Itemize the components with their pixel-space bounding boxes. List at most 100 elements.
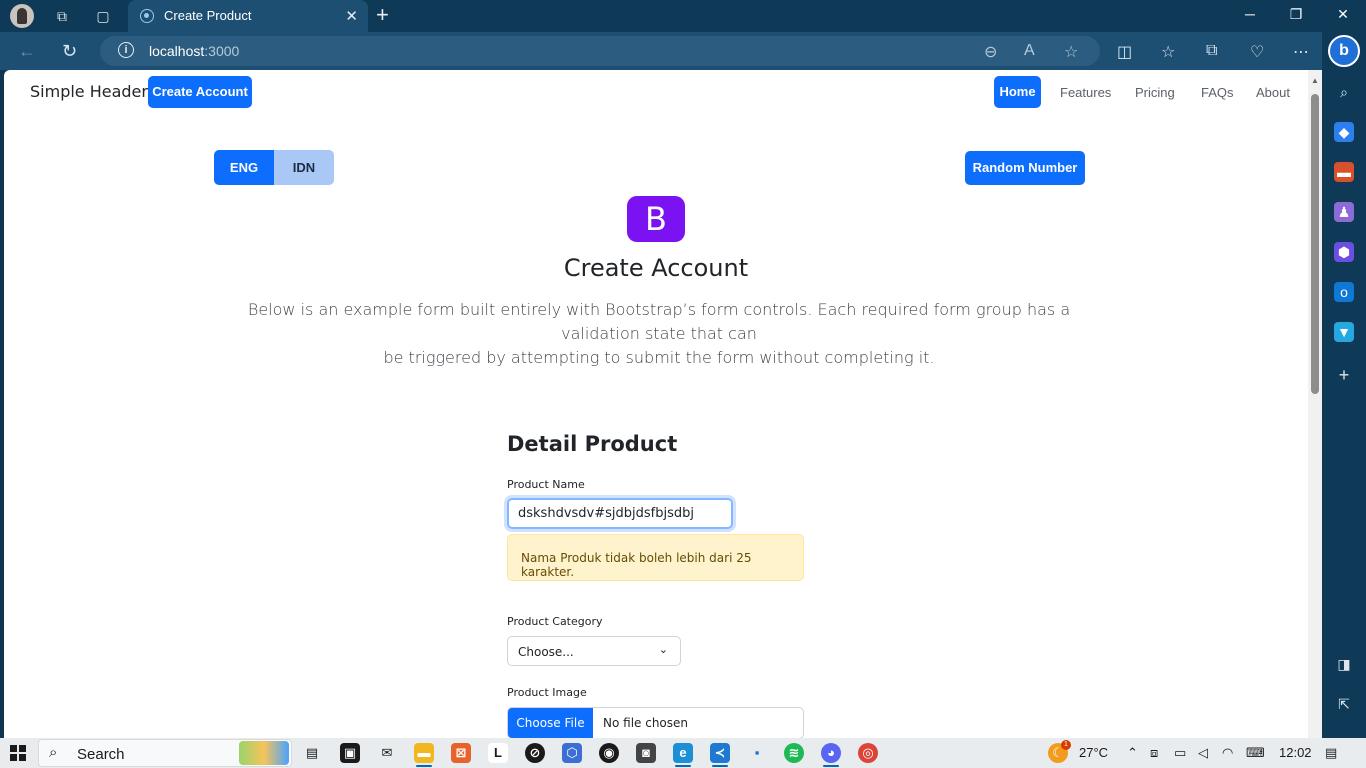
drop-icon[interactable]: ▼	[1334, 322, 1354, 342]
mail-icon[interactable]: ✉	[377, 743, 397, 763]
product-name-label: Product Name	[507, 478, 585, 491]
validation-alert: Nama Produk tidak boleh lebih dari 25 ka…	[507, 534, 804, 581]
brand-title[interactable]: Simple Header	[30, 82, 148, 101]
tab-actions-icon[interactable]: ▢	[94, 7, 112, 25]
nav-features[interactable]: Features	[1060, 85, 1111, 100]
tab-create-product[interactable]: Create Product ✕	[128, 0, 368, 32]
bing-copilot-icon[interactable]: b	[1328, 35, 1360, 67]
nav-faqs[interactable]: FAQs	[1201, 85, 1234, 100]
shopping-tag-icon[interactable]: ◆	[1334, 122, 1354, 142]
wifi-icon[interactable]: ◠	[1222, 745, 1233, 761]
product-image-label: Product Image	[507, 686, 587, 699]
nav-about[interactable]: About	[1256, 85, 1290, 100]
sidebar-settings-icon[interactable]: ⇱	[1334, 694, 1354, 714]
bootstrap-logo-icon: B	[627, 196, 685, 242]
restore-icon[interactable]: ❐	[1286, 6, 1306, 23]
close-window-icon[interactable]: ✕	[1333, 6, 1353, 23]
page-scrollbar[interactable]: ▲	[1308, 70, 1322, 738]
zoom-out-icon[interactable]: ⊖	[984, 42, 997, 62]
lively-icon[interactable]: L	[488, 743, 508, 763]
discord-active-indicator	[823, 765, 839, 767]
add-sidebar-app-icon[interactable]: +	[1334, 365, 1354, 385]
url-text: localhost:3000	[149, 43, 240, 59]
taskbar-search[interactable]: ⌕ Search	[38, 739, 292, 767]
discord-icon[interactable]: ◕	[821, 743, 841, 763]
weather-badge: 1	[1061, 740, 1071, 750]
tray-chevron-icon[interactable]: ⌃	[1127, 745, 1138, 761]
office-icon[interactable]: ⬢	[1334, 242, 1354, 262]
chevron-down-icon: ⌄	[658, 643, 668, 656]
new-tab-icon[interactable]: +	[376, 4, 389, 26]
more-menu-icon[interactable]: ⋯	[1293, 42, 1309, 62]
read-aloud-icon[interactable]: A	[1024, 42, 1035, 60]
profile-avatar[interactable]	[10, 4, 34, 28]
create-account-button[interactable]: Create Account	[148, 76, 252, 108]
lead-text: Below is an example form built entirely …	[209, 298, 1109, 370]
tray-device-icon[interactable]: ⧈	[1150, 745, 1158, 761]
camera-icon[interactable]: ◙	[636, 743, 656, 763]
scroll-up-icon[interactable]: ▲	[1311, 76, 1319, 85]
product-image-file-input[interactable]: Choose File No file chosen	[507, 707, 804, 738]
address-bar[interactable]: i localhost:3000 ⊖ A ☆	[100, 36, 1100, 66]
notifications-icon[interactable]: ▤	[1325, 745, 1337, 761]
spotify-icon[interactable]: ≋	[784, 743, 804, 763]
games-icon[interactable]: ♟	[1334, 202, 1354, 222]
split-screen-icon[interactable]: ◫	[1117, 42, 1132, 62]
collections-icon[interactable]: ⧉	[1206, 42, 1217, 60]
choose-file-button[interactable]: Choose File	[508, 708, 593, 738]
favorites-icon[interactable]: ☆	[1161, 42, 1175, 62]
performance-icon[interactable]: ♡	[1250, 42, 1264, 62]
web-page: Simple Header Create Account Home Featur…	[4, 70, 1322, 738]
task-view-icon[interactable]: ▤	[302, 743, 322, 763]
nav-home[interactable]: Home	[994, 76, 1041, 108]
keyboard-icon[interactable]: ⌨	[1246, 745, 1265, 761]
windows-start-icon[interactable]	[10, 745, 26, 761]
sidebar-search-icon[interactable]: ⌕	[1334, 82, 1354, 102]
tools-icon[interactable]: ▬	[1334, 162, 1354, 182]
edge-active-indicator	[675, 765, 691, 767]
clock-time[interactable]: 12:02	[1279, 745, 1312, 760]
windows-taskbar: ⌕ Search ▤ ▣ ✉ ▬ ⊠ L ⊘ ⬡ ◉ ◙ e ≺ ▪ ≋ ◕ ◎…	[0, 738, 1366, 768]
edge-icon[interactable]: e	[673, 743, 693, 763]
browser-toolbar: ← ↻ i localhost:3000 ⊖ A ☆ ◫ ☆ ⧉ ♡ ⋯	[0, 32, 1322, 70]
tab-title: Create Product	[164, 8, 252, 23]
explorer-active-indicator	[416, 765, 432, 767]
obs-icon[interactable]: ◉	[599, 743, 619, 763]
battery-icon[interactable]: ▭	[1174, 745, 1186, 761]
hide-sidebar-icon[interactable]: ◨	[1334, 654, 1354, 674]
store-icon[interactable]: ▣	[340, 743, 360, 763]
close-tab-icon[interactable]: ✕	[345, 7, 358, 25]
site-info-icon[interactable]: i	[118, 42, 134, 58]
virtualbox-icon[interactable]: ⬡	[562, 743, 582, 763]
weather-temp[interactable]: 27°C	[1079, 745, 1108, 760]
chrome-icon[interactable]: ◎	[858, 743, 878, 763]
app-small-icon[interactable]: ▪	[747, 743, 767, 763]
lang-eng-button[interactable]: ENG	[214, 150, 274, 185]
lang-idn-button[interactable]: IDN	[274, 150, 334, 185]
page-title: Create Account	[563, 254, 749, 282]
vscode-icon[interactable]: ≺	[710, 743, 730, 763]
edge-sidebar: b ⌕ ◆ ▬ ♟ ⬢ o ▼ + ◨ ⇱	[1322, 32, 1366, 738]
search-highlight-icon	[239, 741, 289, 765]
react-favicon-icon	[140, 9, 154, 23]
nav-pricing[interactable]: Pricing	[1135, 85, 1175, 100]
minimize-icon[interactable]: ─	[1240, 6, 1260, 22]
search-icon: ⌕	[49, 744, 58, 761]
outlook-icon[interactable]: o	[1334, 282, 1354, 302]
taskbar-search-label: Search	[77, 746, 125, 763]
back-icon[interactable]: ←	[18, 41, 36, 61]
scroll-thumb[interactable]	[1311, 94, 1319, 394]
xampp-icon[interactable]: ⊠	[451, 743, 471, 763]
volume-icon[interactable]: ◁	[1198, 745, 1208, 761]
random-number-button[interactable]: Random Number	[965, 151, 1085, 185]
workspaces-icon[interactable]: ⧉	[53, 7, 71, 25]
product-category-select[interactable]: Choose... ⌄	[507, 636, 681, 666]
refresh-icon[interactable]: ↻	[62, 41, 77, 61]
lead-line-2: be triggered by attempting to submit the…	[383, 348, 935, 367]
product-category-label: Product Category	[507, 615, 603, 628]
product-name-input[interactable]: dskshdvsdv#sjdbjdsfbjsdbj	[507, 498, 733, 529]
lead-line-1: Below is an example form built entirely …	[247, 300, 1071, 343]
file-explorer-icon[interactable]: ▬	[414, 743, 434, 763]
app-circle-icon[interactable]: ⊘	[525, 743, 545, 763]
favorite-star-icon[interactable]: ☆	[1064, 42, 1078, 62]
